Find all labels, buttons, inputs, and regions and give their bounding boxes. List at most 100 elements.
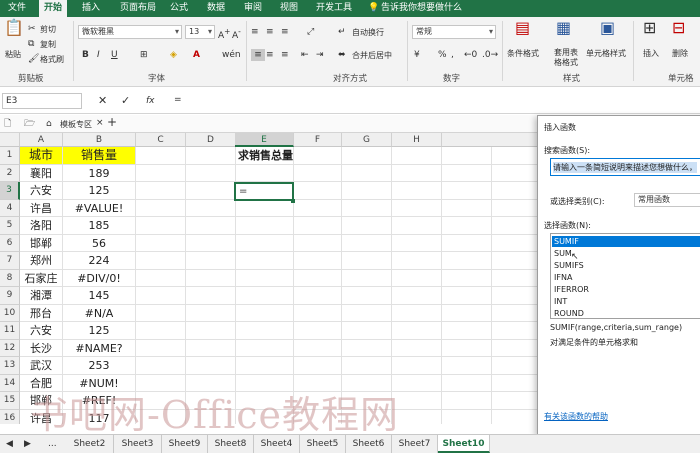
merge-center-button[interactable]: 合并后居中 (352, 50, 392, 61)
table-format-icon[interactable]: ▦ (556, 20, 571, 36)
align-bottom-icon[interactable]: ≡ (281, 26, 289, 38)
category-select[interactable]: 常用函数 (634, 193, 700, 207)
sales-cell[interactable]: 56 (63, 234, 136, 252)
function-list-item[interactable]: ROUND (554, 309, 584, 318)
cell-styles-icon[interactable]: ▣ (600, 20, 615, 36)
row-header[interactable]: 3 (0, 182, 20, 200)
sales-cell[interactable]: #DIV/0! (63, 269, 136, 287)
sales-cell[interactable]: #NAME? (63, 339, 136, 357)
sales-column-header[interactable]: 销售量 (63, 147, 136, 165)
name-box[interactable]: E3 (2, 93, 82, 109)
row-header[interactable]: 2 (0, 164, 20, 182)
col-header-d[interactable]: D (186, 133, 236, 147)
function-list-item[interactable]: SUM (554, 249, 572, 258)
insert-function-button[interactable]: fx (146, 95, 155, 107)
grow-font-icon[interactable]: A+ (218, 26, 230, 42)
close-tab-icon[interactable]: × (96, 117, 104, 129)
city-cell[interactable]: 武汉 (20, 357, 63, 375)
delete-cells-button[interactable]: 删除 (672, 48, 688, 59)
scissors-icon[interactable]: ✂ (28, 23, 36, 35)
paste-icon[interactable]: 📋 (4, 20, 24, 42)
scroll-right-icon[interactable]: ▶ (24, 438, 31, 450)
fill-handle[interactable] (291, 199, 295, 203)
shrink-font-icon[interactable]: A- (232, 26, 241, 42)
col-header-a[interactable]: A (20, 133, 63, 147)
sales-cell[interactable]: 185 (63, 217, 136, 235)
increase-decimal-icon[interactable]: ←0 (464, 49, 477, 61)
city-column-header[interactable]: 城市 (20, 147, 63, 165)
insert-cells-icon[interactable]: ⊞ (643, 20, 656, 36)
sales-cell[interactable]: 145 (63, 287, 136, 305)
add-tab-icon[interactable]: + (107, 116, 117, 128)
cell-styles-button[interactable]: 单元格样式 (586, 48, 626, 59)
function-list[interactable]: SUMIF SUM SUMIFS IFNA IFERROR INT ROUND … (550, 233, 700, 319)
insert-cells-button[interactable]: 插入 (643, 48, 659, 59)
row-header[interactable]: 11 (0, 322, 20, 340)
copy-button[interactable]: 复制 (40, 39, 56, 50)
paste-button[interactable]: 粘贴 (5, 49, 21, 60)
format-as-table-button[interactable]: 套用表格格式 (554, 48, 580, 68)
template-icon[interactable]: ⌂ (46, 118, 52, 130)
search-function-input[interactable]: 请输入一条简短说明来描述您想做什么， (550, 158, 700, 176)
align-left-icon[interactable]: ≡ (251, 49, 265, 61)
format-painter-button[interactable]: 格式刷 (40, 54, 64, 65)
new-file-icon[interactable]: 🗋 (4, 118, 11, 130)
tab-page-layout[interactable]: 页面布局 (120, 0, 156, 17)
percent-button[interactable]: % (438, 49, 447, 61)
sheet-tab[interactable]: Sheet8 (208, 435, 254, 453)
city-cell[interactable]: 湘潭 (20, 287, 63, 305)
currency-icon[interactable]: ¥ (414, 49, 420, 61)
phonetic-icon[interactable]: wén (222, 49, 241, 61)
row-header[interactable]: 14 (0, 374, 20, 392)
sales-cell[interactable]: 224 (63, 252, 136, 270)
formula-input[interactable]: = (174, 95, 182, 105)
row-header[interactable]: 10 (0, 304, 20, 322)
function-help-link[interactable]: 有关该函数的帮助 (544, 411, 608, 422)
delete-cells-icon[interactable]: ⊟ (672, 20, 685, 36)
sales-cell[interactable]: #VALUE! (63, 199, 136, 217)
function-list-item[interactable]: SUMIFS (554, 261, 584, 270)
city-cell[interactable]: 襄阳 (20, 164, 63, 182)
borders-icon[interactable]: ⊞ (140, 49, 148, 61)
align-right-icon[interactable]: ≡ (281, 49, 289, 61)
row-header[interactable]: 15 (0, 392, 20, 410)
underline-button[interactable]: U (111, 49, 118, 61)
row-header[interactable]: 6 (0, 234, 20, 252)
copy-icon[interactable]: ⧉ (28, 38, 34, 50)
cut-button[interactable]: 剪切 (40, 24, 56, 35)
sheet-more-button[interactable]: ... (48, 438, 57, 450)
active-cell-e3[interactable]: = (234, 182, 294, 201)
row-header[interactable]: 4 (0, 199, 20, 217)
cancel-icon[interactable]: ✕ (98, 95, 107, 107)
row-header[interactable]: 16 (0, 409, 20, 424)
tab-insert[interactable]: 插入 (82, 0, 100, 17)
wrap-text-button[interactable]: 自动换行 (352, 27, 384, 38)
font-size-select[interactable]: 13 (185, 25, 215, 39)
city-cell[interactable]: 长沙 (20, 339, 63, 357)
sheet-tab[interactable]: Sheet7 (392, 435, 438, 453)
align-center-icon[interactable]: ≡ (266, 49, 274, 61)
row-header[interactable]: 8 (0, 269, 20, 287)
align-middle-icon[interactable]: ≡ (266, 26, 274, 38)
col-header-c[interactable]: C (136, 133, 186, 147)
sheet-tab[interactable]: Sheet2 (66, 435, 114, 453)
font-name-select[interactable]: 微软雅黑 (78, 25, 182, 39)
increase-indent-icon[interactable]: ⇥ (316, 49, 324, 61)
comma-button[interactable]: , (451, 49, 454, 61)
sheet-tab[interactable]: Sheet9 (162, 435, 208, 453)
tab-formulas[interactable]: 公式 (170, 0, 188, 17)
tell-me-box[interactable]: 告诉我你想要做什么 (381, 0, 462, 17)
city-cell[interactable]: 邯郸 (20, 234, 63, 252)
col-header-g[interactable]: G (342, 133, 392, 147)
sales-cell[interactable]: 253 (63, 357, 136, 375)
city-cell[interactable]: 洛阳 (20, 217, 63, 235)
decrease-decimal-icon[interactable]: .0→ (482, 49, 498, 61)
sales-cell[interactable]: 189 (63, 164, 136, 182)
number-format-select[interactable]: 常规 (412, 25, 496, 39)
wrap-text-icon[interactable]: ↵ (338, 26, 346, 38)
function-list-item[interactable]: IFNA (554, 273, 572, 282)
align-top-icon[interactable]: ≡ (251, 26, 259, 38)
conditional-format-icon[interactable]: ▤ (515, 20, 530, 36)
function-list-item[interactable]: SUMIF (552, 236, 700, 247)
font-color-icon[interactable]: A (193, 49, 200, 61)
